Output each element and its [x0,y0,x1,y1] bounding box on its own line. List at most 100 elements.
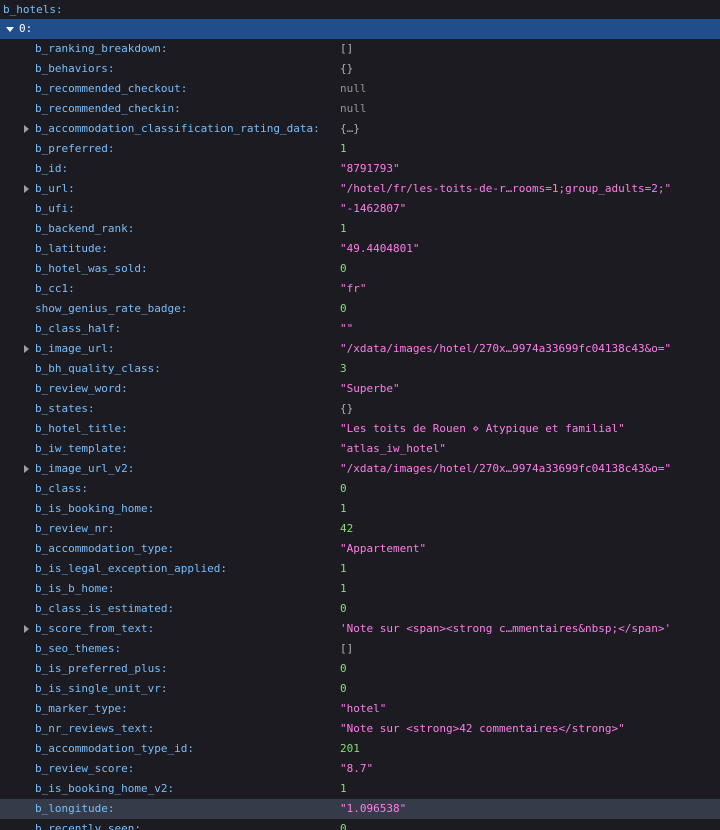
property-key: b_seo_themes: [35,642,122,655]
property-row[interactable]: b_is_booking_home_v2: 1 [0,779,720,799]
property-value: 0 [340,602,347,615]
root-node-label: b_hotels: [3,3,63,16]
property-key: b_recently_seen: [35,822,141,830]
expand-arrow-icon[interactable] [24,345,29,353]
expand-arrow-icon[interactable] [24,465,29,473]
expand-arrow-icon[interactable] [24,125,29,133]
property-row[interactable]: b_accommodation_type_id: 201 [0,739,720,759]
property-value: "-1462807" [340,202,407,215]
property-value: "fr" [340,282,367,295]
expand-arrow-icon[interactable] [24,625,29,633]
property-value: "Appartement" [340,542,427,555]
property-key: b_recommended_checkin: [35,102,181,115]
expand-arrow-icon[interactable] [6,27,14,32]
property-row[interactable]: b_ufi: "-1462807" [0,199,720,219]
property-row[interactable]: b_nr_reviews_text: "Note sur <strong>42 c… [0,719,720,739]
property-row[interactable]: b_is_preferred_plus: 0 [0,659,720,679]
property-row[interactable]: b_review_score: "8.7" [0,759,720,779]
property-key: b_class_is_estimated: [35,602,175,615]
property-row[interactable]: b_recently_seen: 0 [0,819,720,830]
property-row[interactable]: b_hotel_was_sold: 0 [0,259,720,279]
property-row[interactable]: b_url: "/hotel/fr/les-toits-de-r…rooms=1;… [0,179,720,199]
property-key: b_backend_rank: [35,222,135,235]
property-row[interactable]: b_behaviors: {} [0,59,720,79]
property-row[interactable]: b_states: {} [0,399,720,419]
property-key: b_nr_reviews_text: [35,722,155,735]
expand-arrow-icon[interactable] [24,185,29,193]
index-node-row[interactable]: 0: [0,19,720,39]
property-value: "Superbe" [340,382,400,395]
property-row[interactable]: b_marker_type: "hotel" [0,699,720,719]
property-value: null [340,82,367,95]
property-value: 1 [340,562,347,575]
property-key: b_iw_template: [35,442,128,455]
property-value: "1.096538" [340,802,407,815]
property-value: [] [340,642,354,655]
property-row[interactable]: b_bh_quality_class: 3 [0,359,720,379]
property-value: "Les toits de Rouen ⋄ Atypique et famili… [340,422,625,435]
property-row[interactable]: b_seo_themes: [] [0,639,720,659]
property-value: 201 [340,742,360,755]
property-key: b_is_legal_exception_applied: [35,562,228,575]
property-row[interactable]: b_preferred: 1 [0,139,720,159]
property-row[interactable]: show_genius_rate_badge: 0 [0,299,720,319]
property-key: b_id: [35,162,69,175]
property-row[interactable]: b_latitude: "49.4404801" [0,239,720,259]
property-key: b_latitude: [35,242,108,255]
property-value: 0 [340,662,347,675]
property-value: "" [340,322,354,335]
property-row[interactable]: b_longitude: "1.096538" [0,799,720,819]
property-key: b_review_word: [35,382,128,395]
property-value: "/hotel/fr/les-toits-de-r…rooms=1;group_… [340,182,672,195]
property-row[interactable]: b_image_url_v2: "/xdata/images/hotel/270x… [0,459,720,479]
property-key: b_marker_type: [35,702,128,715]
property-row[interactable]: b_review_word: "Superbe" [0,379,720,399]
property-key: b_ufi: [35,202,75,215]
property-key: b_accommodation_type: [35,542,175,555]
property-key: b_states: [35,402,95,415]
property-value: "8791793" [340,162,400,175]
property-row[interactable]: b_is_booking_home: 1 [0,499,720,519]
property-value: "8.7" [340,762,374,775]
property-value: "atlas_iw_hotel" [340,442,446,455]
property-row[interactable]: b_recommended_checkin: null [0,99,720,119]
property-row[interactable]: b_class_half: "" [0,319,720,339]
property-row[interactable]: b_accommodation_type: "Appartement" [0,539,720,559]
property-row[interactable]: b_class_is_estimated: 0 [0,599,720,619]
property-row[interactable]: b_is_b_home: 1 [0,579,720,599]
property-value: 0 [340,822,347,830]
property-key: b_bh_quality_class: [35,362,161,375]
property-row[interactable]: b_iw_template: "atlas_iw_hotel" [0,439,720,459]
property-key: b_review_nr: [35,522,115,535]
property-value: "/xdata/images/hotel/270x…9974a33699fc04… [340,462,672,475]
property-row[interactable]: b_accommodation_classification_rating_da… [0,119,720,139]
property-value: 3 [340,362,347,375]
property-row[interactable]: b_recommended_checkout: null [0,79,720,99]
property-value: 0 [340,682,347,695]
property-row[interactable]: b_score_from_text: 'Note sur <span><stron… [0,619,720,639]
property-row[interactable]: b_class: 0 [0,479,720,499]
property-row[interactable]: b_is_legal_exception_applied: 1 [0,559,720,579]
root-node-row[interactable]: b_hotels: [0,0,720,19]
property-row[interactable]: b_id: "8791793" [0,159,720,179]
property-key: b_class: [35,482,88,495]
property-key: b_is_booking_home: [35,502,155,515]
property-row[interactable]: b_ranking_breakdown: [] [0,39,720,59]
property-value: 1 [340,142,347,155]
property-key: b_hotel_was_sold: [35,262,148,275]
property-row[interactable]: b_hotel_title: "Les toits de Rouen ⋄ Atyp… [0,419,720,439]
property-row[interactable]: b_review_nr: 42 [0,519,720,539]
property-row[interactable]: b_backend_rank: 1 [0,219,720,239]
property-row[interactable]: b_is_single_unit_vr: 0 [0,679,720,699]
property-value: 0 [340,262,347,275]
property-value: "Note sur <strong>42 commentaires</stron… [340,722,625,735]
property-key: b_class_half: [35,322,122,335]
property-row[interactable]: b_image_url: "/xdata/images/hotel/270x…99… [0,339,720,359]
property-value: 0 [340,482,347,495]
property-value: 1 [340,502,347,515]
property-key: b_image_url: [35,342,115,355]
property-row[interactable]: b_cc1: "fr" [0,279,720,299]
property-value: 1 [340,782,347,795]
property-key: b_url: [35,182,75,195]
property-value: null [340,102,367,115]
